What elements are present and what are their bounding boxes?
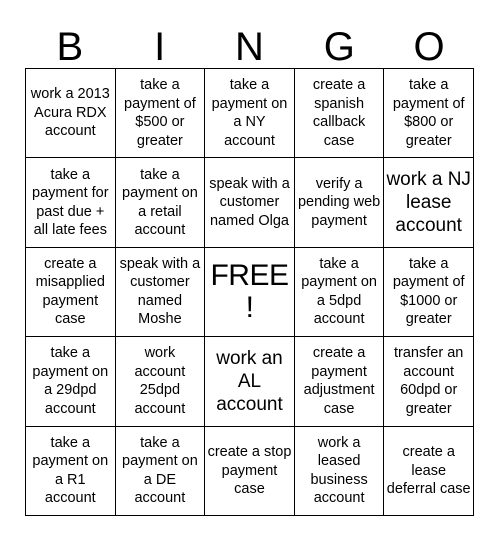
bingo-cell[interactable]: take a payment of $800 or greater [384,69,474,159]
bingo-cell[interactable]: take a payment of $1000 or greater [384,247,474,338]
bingo-cell-label: create a payment adjustment case [303,345,375,417]
bingo-cell[interactable]: work a 2013 Acura RDX account [26,69,116,159]
bingo-cell-free[interactable]: FREE! [205,247,295,338]
bingo-cell[interactable]: verify a pending web payment [294,158,385,248]
bingo-cell[interactable]: speak with a customer named Olga [205,158,295,248]
bingo-cell[interactable]: take a payment for past due + all late f… [26,158,116,248]
bingo-cell-label: create a stop payment case [207,444,292,498]
bingo-cell-label: FREE! [210,258,289,324]
bingo-header: B I N G O [25,22,474,68]
bingo-cell[interactable]: create a misapplied payment case [26,247,116,338]
bingo-cell[interactable]: work account 25dpd account [115,337,206,427]
header-letter-o: O [413,25,445,69]
bingo-cell-label: work account 25dpd account [134,345,186,417]
bingo-cell-label: work an AL account [216,347,283,415]
bingo-cell-label: take a payment on a DE account [122,434,198,507]
bingo-grid: work a 2013 Acura RDX account take a paym… [25,68,474,516]
bingo-cell-label: take a payment on a retail account [122,166,198,239]
bingo-cell[interactable]: transfer an account 60dpd or greater [384,337,474,427]
header-letter-b: B [56,25,84,69]
bingo-cell[interactable]: take a payment on a 5dpd account [294,247,385,338]
bingo-cell-label: create a spanish callback case [312,77,366,149]
bingo-card: B I N G O work a 2013 Acura RDX account t… [0,0,500,544]
bingo-cell-label: take a payment on a 29dpd account [32,345,109,417]
bingo-cell[interactable]: work an AL account [205,337,295,427]
bingo-cell[interactable]: create a lease deferral case [384,426,474,516]
bingo-cell-label: verify a pending web payment [297,175,381,229]
bingo-cell-label: transfer an account 60dpd or greater [394,345,464,417]
bingo-cell-label: create a misapplied payment case [35,255,105,328]
header-letter-n: N [235,25,264,69]
bingo-cell-label: work a 2013 Acura RDX account [30,86,110,140]
bingo-cell-label: take a payment for past due + all late f… [32,166,109,239]
bingo-cell[interactable]: take a payment on a R1 account [26,426,116,516]
bingo-cell[interactable]: speak with a customer named Moshe [115,247,206,338]
bingo-cell-label: take a payment on a 5dpd account [301,255,377,328]
bingo-cell-label: create a lease deferral case [386,444,471,498]
bingo-cell-label: take a payment on a R1 account [32,434,109,507]
bingo-cell[interactable]: work a leased business account [294,426,385,516]
header-letter-g: G [323,25,355,69]
header-letter-i: I [154,25,166,69]
bingo-cell[interactable]: create a payment adjustment case [294,337,385,427]
bingo-cell-label: take a payment on a NY account [211,77,288,149]
bingo-cell-label: work a leased business account [310,434,368,507]
bingo-cell[interactable]: take a payment on a 29dpd account [26,337,116,427]
bingo-cell[interactable]: take a payment on a retail account [115,158,206,248]
bingo-cell[interactable]: take a payment on a NY account [205,69,295,159]
bingo-cell-label: speak with a customer named Moshe [119,255,201,328]
bingo-cell-label: take a payment of $1000 or greater [392,255,465,328]
bingo-cell[interactable]: take a payment on a DE account [115,426,206,516]
bingo-cell-label: take a payment of $800 or greater [392,77,465,149]
bingo-cell[interactable]: take a payment of $500 or greater [115,69,206,159]
bingo-cell[interactable]: create a stop payment case [205,426,295,516]
bingo-cell[interactable]: work a NJ lease account [384,158,474,248]
bingo-cell-label: take a payment of $500 or greater [124,77,196,149]
bingo-cell-label: work a NJ lease account [386,169,471,237]
bingo-cell-label: speak with a customer named Olga [209,175,290,229]
bingo-cell[interactable]: create a spanish callback case [294,69,385,159]
